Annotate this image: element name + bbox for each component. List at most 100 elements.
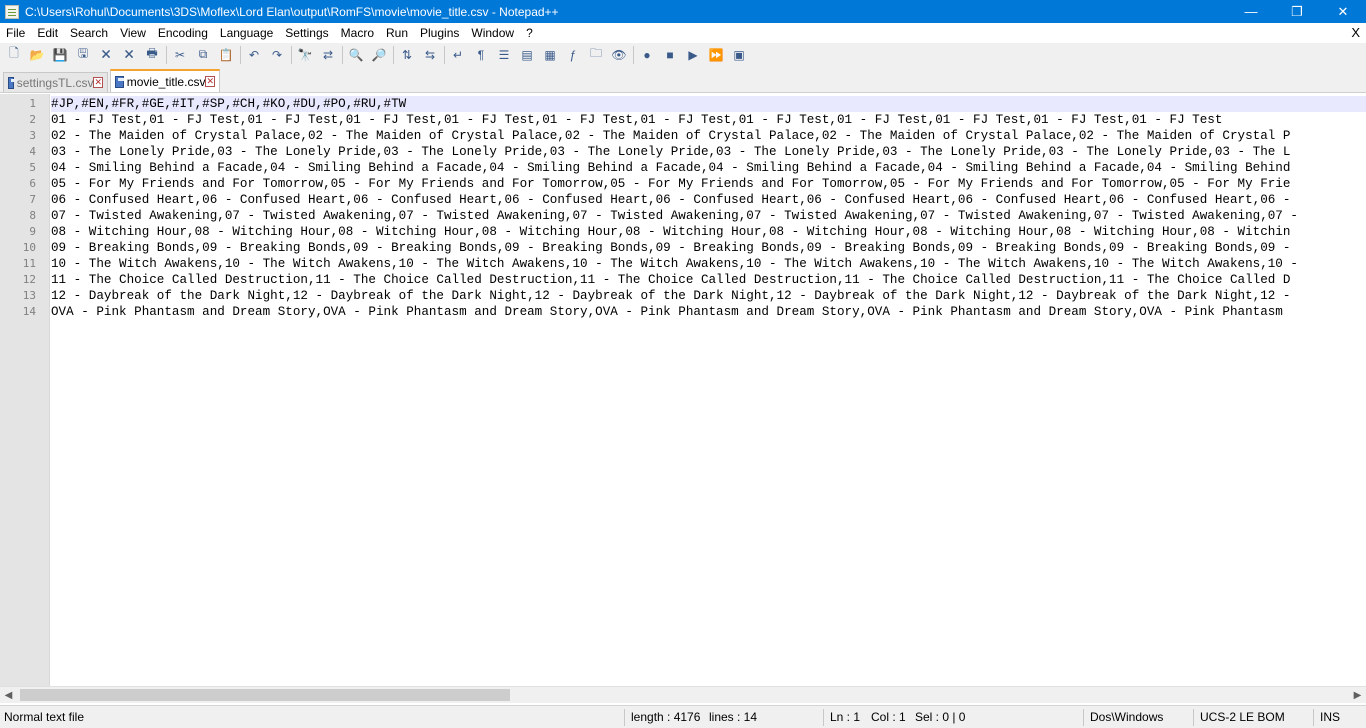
tab-close-icon[interactable]: ✕ (205, 76, 215, 87)
status-bar: Normal text file length : 4176 lines : 1… (0, 705, 1366, 728)
status-selection: Sel : 0 | 0 (915, 710, 966, 724)
scroll-right-arrow-icon[interactable]: ▶ (1349, 687, 1366, 704)
line-number: 2 (29, 113, 36, 126)
code-line[interactable]: 06 - Confused Heart,06 - Confused Heart,… (51, 192, 1290, 208)
scrollbar-thumb[interactable] (20, 689, 510, 701)
stop-macro-icon[interactable]: ■ (661, 46, 679, 64)
menu-settings[interactable]: Settings (279, 23, 334, 43)
code-line[interactable]: 03 - The Lonely Pride,03 - The Lonely Pr… (51, 144, 1290, 160)
toolbar-separator (393, 45, 394, 64)
toolbar-separator (166, 45, 167, 64)
line-number: 8 (29, 209, 36, 222)
redo-icon[interactable]: ↷ (268, 46, 286, 64)
line-number: 5 (29, 161, 36, 174)
new-file-icon[interactable]: 🗋 (5, 46, 23, 64)
menu-macro[interactable]: Macro (335, 23, 380, 43)
folder-workspace-icon[interactable]: 🗀 (587, 46, 605, 64)
code-line[interactable]: 11 - The Choice Called Destruction,11 - … (51, 272, 1290, 288)
close-file-icon[interactable]: 🗙 (97, 46, 115, 64)
tab-label: movie_title.csv (126, 74, 206, 89)
horizontal-scrollbar[interactable]: ◀ ▶ (0, 686, 1366, 703)
toolbar-separator (633, 45, 634, 64)
close-document-button[interactable]: X (1351, 23, 1360, 43)
monitoring-icon[interactable]: 👁 (610, 46, 628, 64)
code-line[interactable]: #JP,#EN,#FR,#GE,#IT,#SP,#CH,#KO,#DU,#PO,… (51, 96, 406, 112)
menu-bar: File Edit Search View Encoding Language … (0, 23, 1366, 43)
code-line[interactable]: 02 - The Maiden of Crystal Palace,02 - T… (51, 128, 1290, 144)
editor-area[interactable]: 1 2 3 4 5 6 7 8 9 10 11 12 13 14 #JP,#EN,#FR,#GE,#IT,… (0, 94, 1366, 686)
title-bar[interactable]: C:\Users\Rohul\Documents\3DS\Moflex\Lord… (0, 0, 1366, 23)
paste-icon[interactable]: 📋 (217, 46, 235, 64)
menu-file[interactable]: File (0, 23, 31, 43)
status-encoding: UCS-2 LE BOM (1200, 710, 1285, 724)
copy-icon[interactable]: ⧉ (194, 46, 212, 64)
zoom-in-icon[interactable]: 🔍 (347, 46, 365, 64)
menu-plugins[interactable]: Plugins (414, 23, 465, 43)
sync-vertical-icon[interactable]: ⇅ (398, 46, 416, 64)
run-macro-multiple-icon[interactable]: ⏩ (707, 46, 725, 64)
tab-settingstl-csv[interactable]: settingsTL.csv ✕ (3, 72, 108, 92)
text-content[interactable]: #JP,#EN,#FR,#GE,#IT,#SP,#CH,#KO,#DU,#PO,… (51, 94, 1366, 686)
word-wrap-icon[interactable]: ↵ (449, 46, 467, 64)
print-icon[interactable]: 🖶 (143, 46, 161, 64)
tab-movie-title-csv[interactable]: movie_title.csv ✕ (110, 69, 220, 92)
play-macro-icon[interactable]: ▶ (684, 46, 702, 64)
sync-horizontal-icon[interactable]: ⇆ (421, 46, 439, 64)
close-all-icon[interactable]: 🗙 (120, 46, 138, 64)
minimize-button[interactable]: — (1228, 0, 1274, 23)
restore-button[interactable]: ❐ (1274, 0, 1320, 23)
status-line-number: Ln : 1 (830, 710, 861, 724)
tab-close-icon[interactable]: ✕ (93, 77, 103, 88)
code-line[interactable]: 08 - Witching Hour,08 - Witching Hour,08… (51, 224, 1290, 240)
menu-language[interactable]: Language (214, 23, 279, 43)
save-icon[interactable]: 💾 (51, 46, 69, 64)
indent-guide-icon[interactable]: ☰ (495, 46, 513, 64)
window-controls: — ❐ ✕ (1228, 0, 1366, 23)
doc-map-icon[interactable]: ▦ (541, 46, 559, 64)
save-all-icon[interactable]: 🖫 (74, 46, 92, 64)
status-eol-format: Dos\Windows (1090, 710, 1164, 724)
menu-view[interactable]: View (114, 23, 152, 43)
save-macro-icon[interactable]: ▣ (730, 46, 748, 64)
line-number: 4 (29, 145, 36, 158)
zoom-out-icon[interactable]: 🔎 (370, 46, 388, 64)
replace-icon[interactable]: ⇄ (319, 46, 337, 64)
record-macro-icon[interactable]: ● (638, 46, 656, 64)
toolbar: 🗋 📂 💾 🖫 🗙 🗙 🖶 ✂ ⧉ 📋 ↶ ↷ 🔭 ⇄ 🔍 🔎 ⇅ ⇆ ↵ ¶ ☰ ▤ ▦ ƒ 🗀 👁 ● ■ ▶ ⏩ ▣ (0, 43, 1366, 66)
close-window-button[interactable]: ✕ (1320, 0, 1366, 23)
code-line[interactable]: 09 - Breaking Bonds,09 - Breaking Bonds,… (51, 240, 1290, 256)
menu-edit[interactable]: Edit (31, 23, 64, 43)
code-line[interactable]: 05 - For My Friends and For Tomorrow,05 … (51, 176, 1290, 192)
menu-window[interactable]: Window (465, 23, 520, 43)
line-number: 11 (22, 257, 36, 270)
scroll-left-arrow-icon[interactable]: ◀ (0, 687, 17, 704)
menu-run[interactable]: Run (380, 23, 414, 43)
code-line[interactable]: 04 - Smiling Behind a Facade,04 - Smilin… (51, 160, 1290, 176)
status-divider (1313, 709, 1314, 726)
tab-bar: settingsTL.csv ✕ movie_title.csv ✕ (0, 66, 1366, 93)
cut-icon[interactable]: ✂ (171, 46, 189, 64)
menu-help[interactable]: ? (520, 23, 539, 43)
user-language-icon[interactable]: ▤ (518, 46, 536, 64)
toolbar-separator (291, 45, 292, 64)
line-number: 7 (29, 193, 36, 206)
status-divider (1193, 709, 1194, 726)
code-line[interactable]: OVA - Pink Phantasm and Dream Story,OVA … (51, 304, 1283, 320)
menu-encoding[interactable]: Encoding (152, 23, 214, 43)
find-icon[interactable]: 🔭 (296, 46, 314, 64)
status-insert-mode: INS (1320, 710, 1341, 724)
code-line[interactable]: 01 - FJ Test,01 - FJ Test,01 - FJ Test,0… (51, 112, 1222, 128)
notepad-plus-plus-icon (5, 4, 19, 19)
open-file-icon[interactable]: 📂 (28, 46, 46, 64)
status-length: length : 4176 (631, 710, 701, 724)
function-list-icon[interactable]: ƒ (564, 46, 582, 64)
code-line[interactable]: 12 - Daybreak of the Dark Night,12 - Day… (51, 288, 1290, 304)
show-all-chars-icon[interactable]: ¶ (472, 46, 490, 64)
status-lines: lines : 14 (709, 710, 758, 724)
code-line[interactable]: 10 - The Witch Awakens,10 - The Witch Aw… (51, 256, 1298, 272)
code-line[interactable]: 07 - Twisted Awakening,07 - Twisted Awak… (51, 208, 1298, 224)
line-number: 3 (29, 129, 36, 142)
menu-search[interactable]: Search (64, 23, 114, 43)
undo-icon[interactable]: ↶ (245, 46, 263, 64)
tab-label: settingsTL.csv (16, 75, 94, 90)
